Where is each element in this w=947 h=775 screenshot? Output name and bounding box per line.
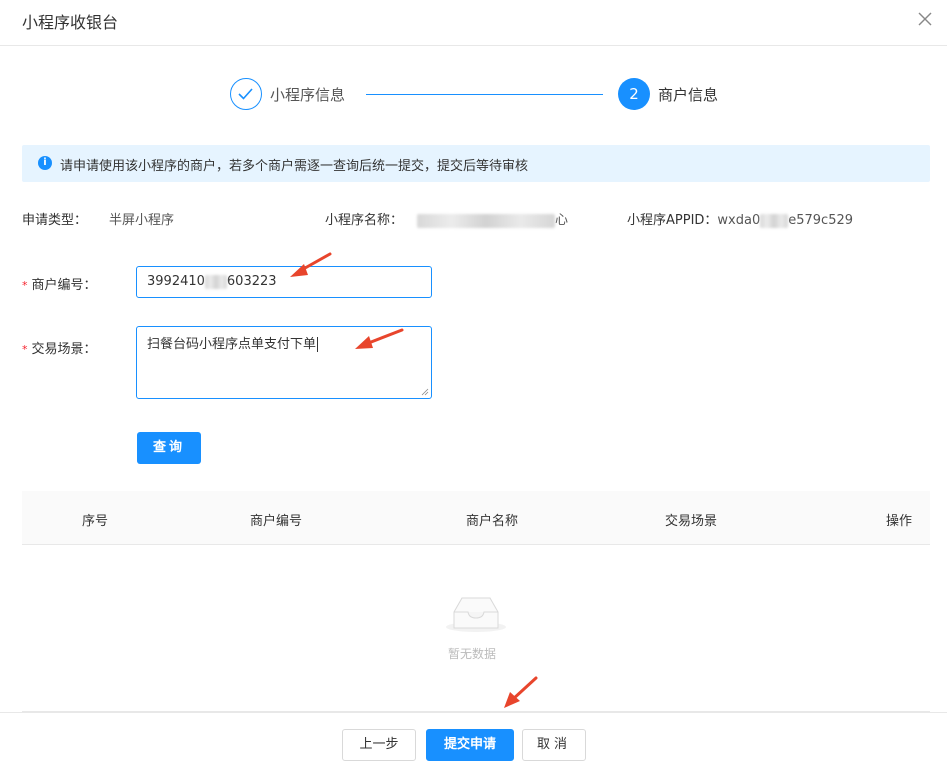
step-2-label: 商户信息 bbox=[658, 86, 719, 104]
steps: 小程序信息 2 商户信息 bbox=[0, 76, 947, 116]
dialog: 小程序收银台 小程序信息 2 商户信息 i 请申请使用该小程序的商户，若多个商户… bbox=[0, 0, 947, 775]
required-mark: * bbox=[22, 279, 28, 292]
merchant-no-suffix: 603223 bbox=[226, 274, 277, 289]
merchant-no-label-text: 商户编号： bbox=[31, 278, 97, 293]
info-icon: i bbox=[38, 156, 52, 170]
redacted-name bbox=[417, 213, 556, 228]
cancel-button[interactable]: 取消 bbox=[522, 729, 586, 761]
dialog-header: 小程序收银台 bbox=[0, 0, 947, 46]
empty-text: 暂无数据 bbox=[448, 647, 497, 661]
step-connector bbox=[366, 94, 603, 95]
merchant-no-input[interactable]: 3992410 603223 bbox=[136, 266, 432, 298]
annotation-arrow-icon bbox=[504, 676, 538, 708]
annotation-arrow-icon bbox=[290, 252, 332, 277]
required-mark: * bbox=[22, 343, 28, 356]
miniprogram-appid: 小程序APPID：wxda0 e579c529 bbox=[627, 209, 853, 228]
col-index: 序号 bbox=[82, 514, 109, 529]
alert-text: 请申请使用该小程序的商户，若多个商户需逐一查询后统一提交，提交后等待审核 bbox=[60, 159, 529, 174]
apply-type-value: 半屏小程序 bbox=[109, 213, 175, 228]
col-scene: 交易场景 bbox=[665, 514, 718, 529]
submit-button[interactable]: 提交申请 bbox=[426, 729, 514, 761]
dialog-footer: 上一步 提交申请 取消 bbox=[0, 712, 947, 775]
merchant-no-label: * 商户编号： bbox=[22, 274, 97, 293]
dialog-title: 小程序收银台 bbox=[22, 13, 119, 32]
miniprogram-name-label: 小程序名称： bbox=[325, 213, 404, 228]
query-button[interactable]: 查询 bbox=[137, 432, 201, 464]
scene-label: * 交易场景： bbox=[22, 338, 97, 357]
apply-type-label: 申请类型： bbox=[22, 213, 88, 228]
scene-value: 扫餐台码小程序点单支付下单 bbox=[147, 337, 317, 352]
annotation-arrow-icon bbox=[355, 328, 404, 349]
prev-step-button[interactable]: 上一步 bbox=[342, 729, 416, 761]
col-actions: 操作 bbox=[886, 514, 913, 529]
step-1-label: 小程序信息 bbox=[270, 86, 346, 104]
empty-inbox-icon bbox=[446, 597, 506, 632]
col-merchant-name: 商户名称 bbox=[466, 514, 519, 529]
scene-label-text: 交易场景： bbox=[31, 342, 97, 357]
appid-label: 小程序APPID： bbox=[627, 213, 718, 228]
appid-prefix: wxda0 bbox=[717, 213, 761, 228]
merchant-no-prefix: 3992410 bbox=[147, 274, 205, 289]
col-merchant-no: 商户编号 bbox=[250, 514, 303, 529]
close-icon[interactable] bbox=[917, 11, 933, 27]
resize-grip-icon[interactable] bbox=[421, 388, 429, 396]
apply-type: 申请类型： 半屏小程序 bbox=[22, 209, 174, 228]
text-caret bbox=[317, 337, 319, 352]
info-alert: i 请申请使用该小程序的商户，若多个商户需逐一查询后统一提交，提交后等待审核 bbox=[22, 145, 930, 182]
check-icon bbox=[238, 88, 253, 100]
step-2-number: 2 bbox=[618, 78, 650, 110]
redacted-merchant-no bbox=[204, 274, 227, 289]
redacted-appid bbox=[760, 213, 789, 228]
table-header: 序号 商户编号 商户名称 交易场景 操作 bbox=[22, 491, 930, 545]
step-done-icon bbox=[230, 78, 262, 110]
miniprogram-name-tail: 心 bbox=[555, 213, 569, 228]
miniprogram-name: 小程序名称： 心 bbox=[325, 209, 568, 228]
appid-suffix: e579c529 bbox=[788, 213, 854, 228]
